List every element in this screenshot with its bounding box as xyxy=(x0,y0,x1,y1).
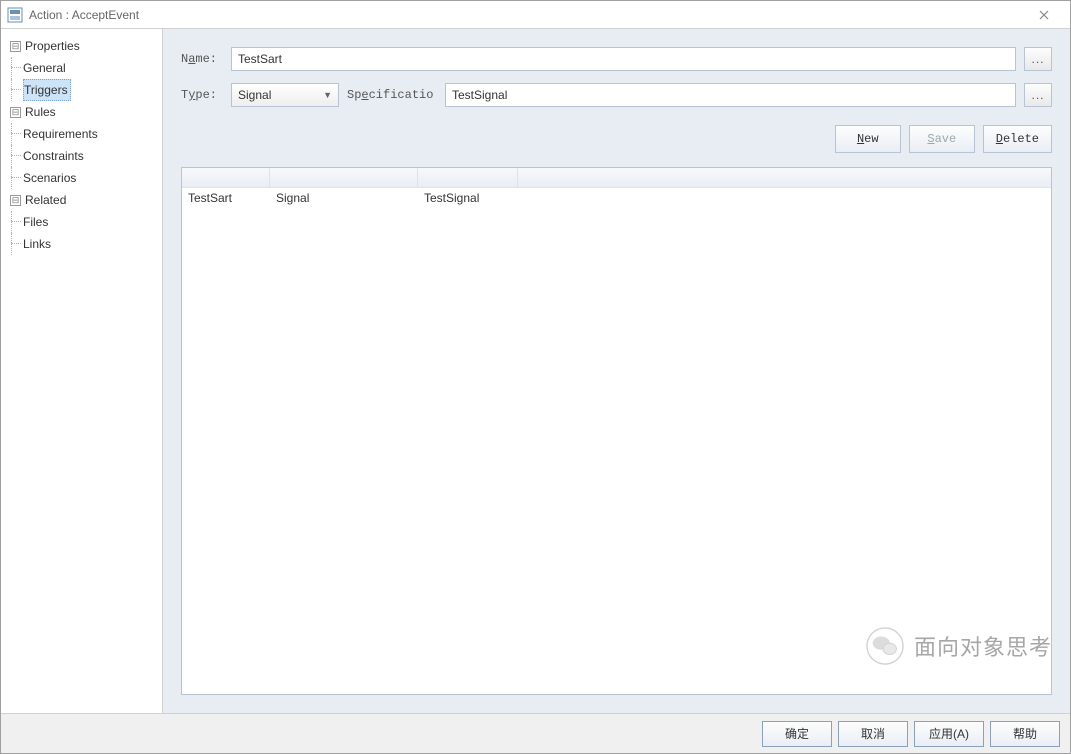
sidebar: Properties General Triggers Rules xyxy=(1,29,163,713)
save-button[interactable]: Save xyxy=(909,125,975,153)
tree-label-related: Related xyxy=(7,189,69,211)
titlebar: Action : AcceptEvent xyxy=(1,1,1070,29)
window-title: Action : AcceptEvent xyxy=(29,8,1024,22)
tree-label-rules: Rules xyxy=(7,101,59,123)
label-name: Name: xyxy=(181,52,223,66)
grid-body: TestSart Signal TestSignal xyxy=(182,188,1051,694)
dialog-window: Action : AcceptEvent Properties General xyxy=(0,0,1071,754)
help-button[interactable]: 帮助 xyxy=(990,721,1060,747)
tree-node-constraints[interactable]: Constraints xyxy=(23,145,158,167)
grid-header xyxy=(182,168,1051,188)
app-icon xyxy=(7,7,23,23)
tree-label-triggers: Triggers xyxy=(23,79,71,101)
name-browse-button[interactable]: ... xyxy=(1024,47,1052,71)
tree-label-properties: Properties xyxy=(7,35,83,57)
tree-node-rules[interactable]: Rules Requirements Constraints Scenarios xyxy=(7,101,158,189)
grid-header-col1[interactable] xyxy=(182,168,270,187)
tree-label-requirements: Requirements xyxy=(23,123,101,145)
spec-browse-button[interactable]: ... xyxy=(1024,83,1052,107)
dialog-footer: 确定 取消 应用(A) 帮助 xyxy=(1,713,1070,753)
close-button[interactable] xyxy=(1024,2,1064,28)
type-value: Signal xyxy=(238,88,271,102)
name-input[interactable] xyxy=(231,47,1016,71)
form-area: Name: ... Type: Signal ▼ Specificatio ..… xyxy=(181,47,1052,107)
specification-input[interactable] xyxy=(445,83,1016,107)
action-buttons: New Save Delete xyxy=(181,125,1052,153)
tree-node-links[interactable]: Links xyxy=(23,233,158,255)
tree-node-scenarios[interactable]: Scenarios xyxy=(23,167,158,189)
label-type: Type: xyxy=(181,88,223,102)
row-name: Name: ... xyxy=(181,47,1052,71)
main-panel: Name: ... Type: Signal ▼ Specificatio ..… xyxy=(163,29,1070,713)
row-type-spec: Type: Signal ▼ Specificatio ... xyxy=(181,83,1052,107)
ok-button[interactable]: 确定 xyxy=(762,721,832,747)
tree-node-related[interactable]: Related Files Links xyxy=(7,189,158,255)
tree-node-general[interactable]: General xyxy=(23,57,158,79)
grid-cell-name: TestSart xyxy=(182,191,270,205)
tree-node-requirements[interactable]: Requirements xyxy=(23,123,158,145)
chevron-down-icon: ▼ xyxy=(323,90,332,100)
nav-tree: Properties General Triggers Rules xyxy=(5,35,158,255)
tree-label-general: General xyxy=(23,57,69,79)
grid-cell-spec: TestSignal xyxy=(418,191,518,205)
tree-label-links: Links xyxy=(23,233,54,255)
tree-label-constraints: Constraints xyxy=(23,145,87,167)
type-combobox[interactable]: Signal ▼ xyxy=(231,83,339,107)
grid-header-col3[interactable] xyxy=(418,168,518,187)
new-button[interactable]: New xyxy=(835,125,901,153)
tree-label-scenarios: Scenarios xyxy=(23,167,79,189)
tree-node-files[interactable]: Files xyxy=(23,211,158,233)
grid-row[interactable]: TestSart Signal TestSignal xyxy=(182,188,1051,208)
apply-button[interactable]: 应用(A) xyxy=(914,721,984,747)
cancel-button[interactable]: 取消 xyxy=(838,721,908,747)
grid-header-col2[interactable] xyxy=(270,168,418,187)
close-icon xyxy=(1039,10,1049,20)
triggers-grid[interactable]: TestSart Signal TestSignal xyxy=(181,167,1052,695)
label-specification: Specificatio xyxy=(347,88,437,102)
content-area: Properties General Triggers Rules xyxy=(1,29,1070,713)
tree-node-properties[interactable]: Properties General Triggers xyxy=(7,35,158,101)
delete-button[interactable]: Delete xyxy=(983,125,1052,153)
grid-cell-type: Signal xyxy=(270,191,418,205)
tree-node-triggers[interactable]: Triggers xyxy=(23,79,158,101)
tree-label-files: Files xyxy=(23,211,51,233)
